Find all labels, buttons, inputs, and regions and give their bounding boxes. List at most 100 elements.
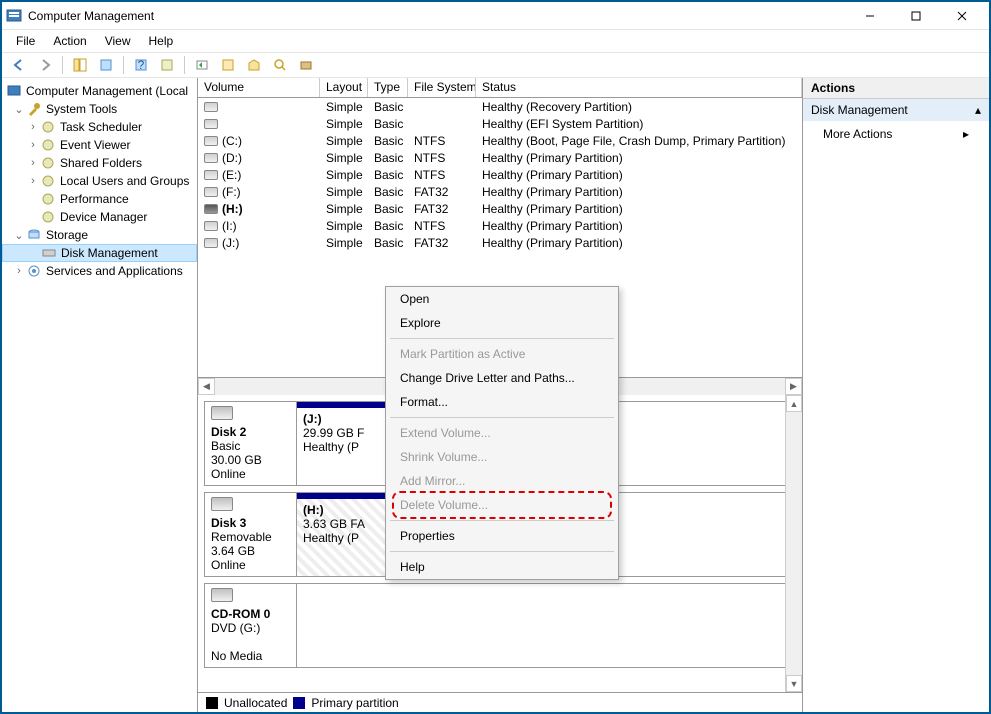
tree-label: Task Scheduler [60, 120, 142, 134]
col-volume[interactable]: Volume [198, 78, 320, 97]
tree-disk-management[interactable]: Disk Management [2, 244, 197, 262]
toolbar-icon[interactable] [295, 54, 317, 76]
volume-status: Healthy (Recovery Partition) [476, 100, 802, 114]
disk-type: Removable [211, 530, 272, 544]
caret-right-icon: › [26, 175, 40, 187]
tree-item[interactable]: › Shared Folders [2, 154, 197, 172]
volume-row[interactable]: (F:) Simple Basic FAT32 Healthy (Primary… [198, 183, 802, 200]
partition-label: (H:) [303, 503, 324, 517]
tree-label: System Tools [46, 102, 117, 116]
disk-size: 3.64 GB [211, 544, 255, 558]
toolbar-icon[interactable] [217, 54, 239, 76]
navigation-tree: Computer Management (Local ⌄ System Tool… [2, 78, 198, 712]
tree-root[interactable]: Computer Management (Local [2, 82, 197, 100]
menu-view[interactable]: View [97, 32, 139, 50]
vertical-scrollbar[interactable]: ▲ ▼ [785, 395, 802, 692]
close-button[interactable] [939, 4, 985, 28]
context-menu-item[interactable]: Format... [386, 390, 618, 414]
disk-header: CD-ROM 0 DVD (G:) No Media [205, 584, 297, 667]
scroll-down-button[interactable]: ▼ [786, 675, 802, 692]
context-menu-item: Extend Volume... [386, 421, 618, 445]
scroll-up-button[interactable]: ▲ [786, 395, 802, 412]
help-button[interactable]: ? [130, 54, 152, 76]
volume-name: (H:) [222, 202, 243, 216]
tree-system-tools[interactable]: ⌄ System Tools [2, 100, 197, 118]
partition-status: Healthy (P [303, 531, 359, 545]
tree-services-apps[interactable]: › Services and Applications [2, 262, 197, 280]
volume-row[interactable]: Simple Basic Healthy (EFI System Partiti… [198, 115, 802, 132]
volume-layout: Simple [320, 100, 368, 114]
context-menu-item[interactable]: Properties [386, 524, 618, 548]
tree-storage[interactable]: ⌄ Storage [2, 226, 197, 244]
toolbar-icon[interactable] [243, 54, 265, 76]
back-button[interactable] [8, 54, 30, 76]
col-layout[interactable]: Layout [320, 78, 368, 97]
caret-right-icon: › [26, 121, 40, 133]
partition-status: Healthy (P [303, 440, 359, 454]
scroll-right-button[interactable]: ▶ [785, 378, 802, 395]
volume-type: Basic [368, 117, 408, 131]
actions-panel: Actions Disk Management ▴ More Actions ▸ [803, 78, 989, 712]
context-menu-item[interactable]: Change Drive Letter and Paths... [386, 366, 618, 390]
toolbar-icon[interactable] [191, 54, 213, 76]
volume-row[interactable]: Simple Basic Healthy (Recovery Partition… [198, 98, 802, 115]
col-filesystem[interactable]: File System [408, 78, 476, 97]
volume-status: Healthy (Primary Partition) [476, 202, 802, 216]
tree-label: Device Manager [60, 210, 147, 224]
volume-fs: NTFS [408, 219, 476, 233]
volume-row[interactable]: (D:) Simple Basic NTFS Healthy (Primary … [198, 149, 802, 166]
actions-group[interactable]: Disk Management ▴ [803, 99, 989, 121]
tree-item[interactable]: › Task Scheduler [2, 118, 197, 136]
volume-row[interactable]: (H:) Simple Basic FAT32 Healthy (Primary… [198, 200, 802, 217]
tree-label: Storage [46, 228, 88, 242]
tree-label: Local Users and Groups [60, 174, 189, 188]
context-menu: OpenExploreMark Partition as ActiveChang… [385, 286, 619, 580]
scroll-left-button[interactable]: ◀ [198, 378, 215, 395]
toolbar: ? [2, 52, 989, 78]
menu-file[interactable]: File [8, 32, 43, 50]
show-hide-tree-button[interactable] [69, 54, 91, 76]
tree-item[interactable]: › Event Viewer [2, 136, 197, 154]
refresh-button[interactable] [156, 54, 178, 76]
disk-icon [211, 497, 233, 511]
volume-row[interactable]: (I:) Simple Basic NTFS Healthy (Primary … [198, 217, 802, 234]
legend-swatch-unallocated [206, 697, 218, 709]
disk-header: Disk 3 Removable 3.64 GB Online [205, 493, 297, 576]
legend-label: Unallocated [224, 696, 287, 710]
volume-status: Healthy (Primary Partition) [476, 168, 802, 182]
col-status[interactable]: Status [476, 78, 802, 97]
volume-status: Healthy (Boot, Page File, Crash Dump, Pr… [476, 134, 802, 148]
volume-type: Basic [368, 236, 408, 250]
volume-row[interactable]: (E:) Simple Basic NTFS Healthy (Primary … [198, 166, 802, 183]
event-icon [40, 137, 56, 153]
volume-row[interactable]: (J:) Simple Basic FAT32 Healthy (Primary… [198, 234, 802, 251]
context-menu-item: Delete Volume... [386, 493, 618, 517]
tree-item[interactable]: Device Manager [2, 208, 197, 226]
disk-header: Disk 2 Basic 30.00 GB Online [205, 402, 297, 485]
maximize-button[interactable] [893, 4, 939, 28]
toolbar-icon[interactable] [269, 54, 291, 76]
properties-button[interactable] [95, 54, 117, 76]
volume-fs: NTFS [408, 134, 476, 148]
more-actions-item[interactable]: More Actions ▸ [803, 121, 989, 147]
col-type[interactable]: Type [368, 78, 408, 97]
disk-row[interactable]: CD-ROM 0 DVD (G:) No Media [204, 583, 796, 668]
volume-type: Basic [368, 185, 408, 199]
tree-item[interactable]: Performance [2, 190, 197, 208]
drive-icon [204, 136, 218, 146]
volume-layout: Simple [320, 236, 368, 250]
disk-icon [211, 588, 233, 602]
context-menu-item[interactable]: Explore [386, 311, 618, 335]
menu-action[interactable]: Action [45, 32, 94, 50]
forward-button[interactable] [34, 54, 56, 76]
context-menu-item[interactable]: Help [386, 555, 618, 579]
services-icon [26, 263, 42, 279]
volume-row[interactable]: (C:) Simple Basic NTFS Healthy (Boot, Pa… [198, 132, 802, 149]
disk-name: Disk 2 [211, 425, 246, 439]
volume-name: (C:) [222, 134, 242, 148]
context-menu-item[interactable]: Open [386, 287, 618, 311]
volume-layout: Simple [320, 219, 368, 233]
tree-item[interactable]: › Local Users and Groups [2, 172, 197, 190]
minimize-button[interactable] [847, 4, 893, 28]
menu-help[interactable]: Help [141, 32, 182, 50]
